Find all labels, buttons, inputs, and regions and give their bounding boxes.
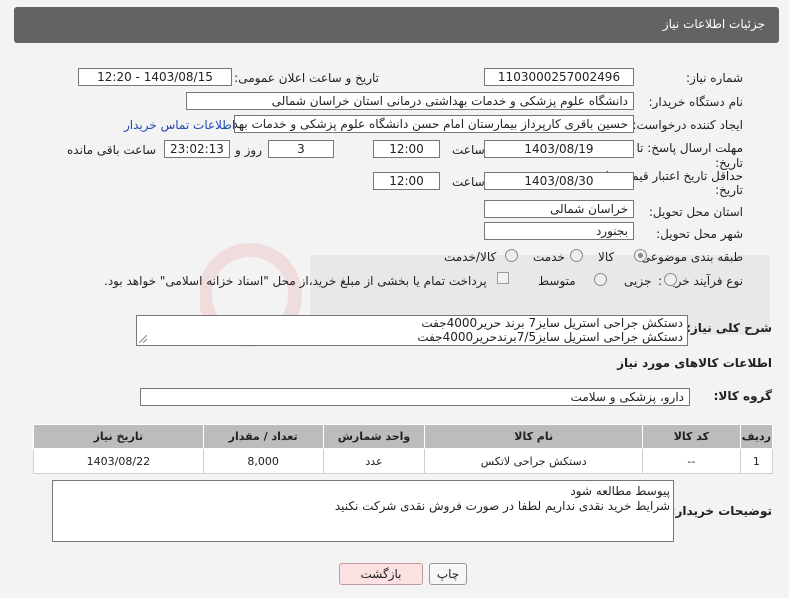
category-label: طبقه بندی موضوعی: [636, 250, 743, 264]
table-row: 1 -- دستکش جراحی لاتکس عدد 8,000 1403/08… [33, 448, 774, 474]
deadline-time-label: ساعت [452, 143, 485, 157]
goods-group-label: گروه کالا: [713, 389, 772, 403]
description-line-1: دستکش جراحی استریل سایز7 برند حریر4000جف… [421, 316, 683, 330]
announce-field: 1403/08/15 - 12:20 [78, 68, 232, 86]
col-quantity: تعداد / مقدار [202, 424, 324, 449]
cell-need-date: 1403/08/22 [33, 448, 204, 474]
col-goods-name: نام کالا [424, 424, 643, 449]
process-option-medium: متوسط [538, 274, 576, 288]
col-unit: واحد شمارش [322, 424, 426, 449]
treasury-payment-note: پرداخت تمام یا بخشی از مبلغ خرید،از محل … [104, 274, 487, 288]
cell-goods-code: -- [641, 448, 741, 474]
process-radio-minor[interactable] [664, 273, 677, 286]
buyer-label: نام دستگاه خریدار: [648, 95, 744, 109]
contact-info-link[interactable]: اطلاعات تماس خریدار [124, 117, 235, 133]
remaining-time-field: 23:02:13 [164, 140, 230, 158]
buyer-notes-line-2: شرایط خرید نقدی نداریم لطفا در صورت فروش… [334, 499, 670, 513]
cell-goods-name: دستکش جراحی لاتکس [424, 448, 643, 474]
cell-quantity: 8,000 [202, 448, 324, 474]
treasury-payment-checkbox[interactable] [497, 272, 509, 284]
goods-table-header: ردیف کد کالا نام کالا واحد شمارش تعداد /… [33, 424, 774, 449]
goods-group-field: دارو، پزشکی و سلامت [140, 388, 690, 406]
validity-label-date: تاریخ: [715, 183, 743, 197]
city-field: بجنورد [484, 222, 634, 240]
category-radio-goods-service[interactable] [505, 249, 518, 262]
category-radio-service[interactable] [570, 249, 583, 262]
category-option-goods-service: کالا/خدمت [444, 250, 497, 264]
col-goods-code: کد کالا [641, 424, 741, 449]
deadline-date-field: 1403/08/19 [484, 140, 634, 158]
col-row-number: ردیف [739, 424, 774, 449]
validity-date-field: 1403/08/30 [484, 172, 634, 190]
announce-label: تاریخ و ساعت اعلان عمومی: [234, 71, 379, 85]
page-header: جزئیات اطلاعات نیاز [14, 7, 779, 43]
days-label: روز و [235, 143, 262, 157]
need-number-label: شماره نیاز: [686, 71, 743, 85]
resize-handle-icon [139, 335, 147, 343]
col-need-date: تاریخ نیاز [33, 424, 204, 449]
process-radio-medium[interactable] [594, 273, 607, 286]
province-field: خراسان شمالی [484, 200, 634, 218]
back-button[interactable]: بازگشت [339, 563, 423, 585]
description-line-2: دستکش جراحی استریل سایز7/5برندحریر4000جف… [417, 330, 683, 344]
process-option-minor: جزیی [624, 274, 652, 288]
creator-field: حسین باقری کارپرداز بیمارستان امام حسن د… [234, 115, 634, 133]
buyer-notes-line-1: پیوسط مطالعه شود [570, 484, 670, 498]
deadline-time-field: 12:00 [373, 140, 440, 158]
buyer-notes-label: توضیحات خریدار: [670, 504, 772, 518]
buyer-notes-box: پیوسط مطالعه شود شرایط خرید نقدی نداریم … [52, 480, 674, 542]
description-label: شرح کلی نیاز: [686, 321, 772, 335]
page-title: جزئیات اطلاعات نیاز [662, 17, 765, 31]
buyer-field: دانشگاه علوم پزشکی و خدمات بهداشتی درمان… [186, 92, 634, 110]
validity-time-label: ساعت [452, 175, 485, 189]
province-label: استان محل تحویل: [648, 205, 743, 219]
cell-row-number: 1 [739, 448, 774, 474]
description-textarea[interactable]: دستکش جراحی استریل سایز7 برند حریر4000جف… [136, 315, 688, 346]
category-option-goods: کالا [598, 250, 615, 264]
city-label: شهر محل تحویل: [656, 227, 743, 241]
need-number-field: 1103000257002496 [484, 68, 634, 86]
validity-time-field: 12:00 [373, 172, 440, 190]
remaining-label: ساعت باقی مانده [67, 143, 157, 157]
creator-label: ایجاد کننده درخواست: [632, 118, 743, 132]
category-radio-goods[interactable] [634, 249, 647, 262]
category-option-service: خدمت [533, 250, 565, 264]
days-field: 3 [268, 140, 334, 158]
deadline-label: مهلت ارسال پاسخ: تا [636, 141, 743, 155]
goods-section-title: اطلاعات کالاهای مورد نیاز [617, 356, 772, 370]
cell-unit: عدد [322, 448, 426, 474]
print-button[interactable]: چاپ [429, 563, 467, 585]
goods-table: ردیف کد کالا نام کالا واحد شمارش تعداد /… [33, 424, 774, 474]
